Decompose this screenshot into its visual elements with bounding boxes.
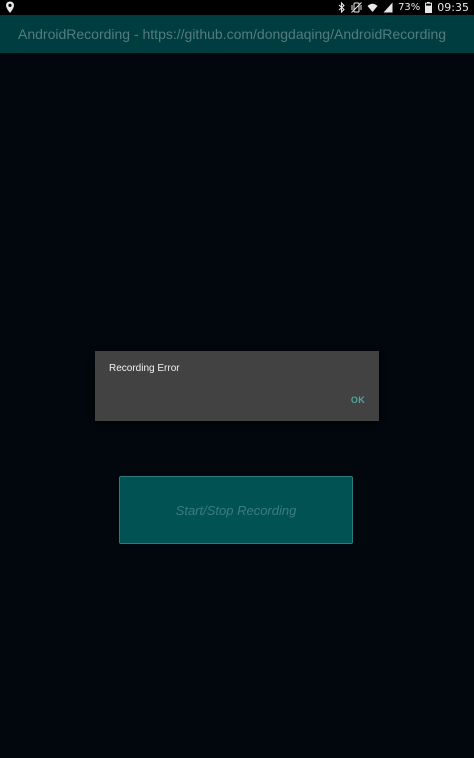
start-stop-recording-button[interactable]: Start/Stop Recording — [119, 476, 353, 544]
status-icons: 73% 09:35 — [338, 0, 469, 15]
record-button-label: Start/Stop Recording — [175, 502, 297, 518]
vibrate-mute-icon — [351, 2, 362, 13]
status-bar: 73% 09:35 — [0, 0, 474, 15]
dialog-message: Recording Error — [109, 363, 180, 374]
app-title: AndroidRecording - https://github.com/do… — [18, 26, 447, 42]
wifi-icon — [367, 2, 378, 13]
bluetooth-icon — [338, 2, 346, 13]
cell-signal-icon — [383, 2, 393, 13]
status-time: 09:35 — [437, 1, 469, 14]
action-bar: AndroidRecording - https://github.com/do… — [0, 15, 474, 53]
recording-error-dialog: Recording Error OK — [95, 351, 379, 421]
ok-button[interactable]: OK — [351, 395, 365, 405]
battery-percent: 73% — [398, 2, 421, 13]
battery-icon — [425, 2, 433, 13]
location-pin-icon — [5, 1, 15, 14]
